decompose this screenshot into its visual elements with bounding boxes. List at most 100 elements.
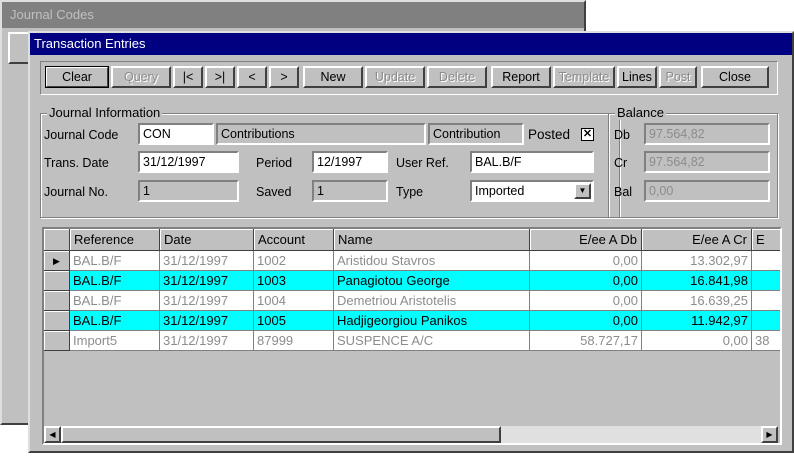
- query-button[interactable]: Query: [111, 66, 171, 88]
- journal-no-label: Journal No.: [44, 185, 108, 199]
- bal-label: Bal: [614, 185, 633, 199]
- balance-label: Balance: [615, 105, 666, 120]
- row-selector[interactable]: [44, 291, 70, 311]
- cell-date[interactable]: 31/12/1997: [160, 291, 254, 311]
- cell-account[interactable]: 1003: [254, 271, 334, 291]
- cell-debit[interactable]: 0,00: [530, 251, 642, 271]
- cell-extra[interactable]: 38: [752, 331, 780, 351]
- window-title: Transaction Entries: [30, 33, 792, 55]
- cell-debit[interactable]: 58.727,17: [530, 331, 642, 351]
- trans-date-label: Trans. Date: [44, 156, 109, 170]
- journal-codes-title: Journal Codes: [2, 2, 584, 28]
- cell-credit[interactable]: 11.942,97: [642, 311, 752, 331]
- balance-cr-field: 97.564,82: [644, 151, 770, 173]
- column-header-reference[interactable]: Reference: [70, 229, 160, 251]
- cell-extra[interactable]: [752, 311, 780, 331]
- db-label: Db: [614, 128, 630, 142]
- column-header-account[interactable]: Account: [254, 229, 334, 251]
- table-row[interactable]: BAL.B/F 31/12/1997 1005 Hadjigeorgiou Panik…: [44, 311, 780, 331]
- posted-checkbox[interactable]: ✕: [581, 128, 594, 141]
- cell-reference[interactable]: BAL.B/F: [70, 311, 160, 331]
- column-header-date[interactable]: Date: [160, 229, 254, 251]
- new-button[interactable]: New: [303, 66, 363, 88]
- chevron-down-icon[interactable]: ▼: [574, 183, 591, 199]
- journal-code-type: Contribution: [428, 123, 524, 145]
- saved-label: Saved: [256, 185, 292, 199]
- row-selector[interactable]: [44, 331, 70, 351]
- period-field[interactable]: 12/1997: [312, 151, 388, 173]
- cell-extra[interactable]: [752, 271, 780, 291]
- grid-corner: [44, 229, 70, 251]
- close-button[interactable]: Close: [701, 66, 769, 88]
- period-label: Period: [256, 156, 293, 170]
- cell-reference[interactable]: BAL.B/F: [70, 251, 160, 271]
- last-button[interactable]: >|: [205, 66, 235, 88]
- row-selector[interactable]: [44, 271, 70, 291]
- cell-debit[interactable]: 0,00: [530, 271, 642, 291]
- transaction-grid[interactable]: Reference Date Account Name E/ee A Db E/ee A …: [42, 227, 782, 445]
- cell-credit[interactable]: 16.841,98: [642, 271, 752, 291]
- cell-name[interactable]: Hadjigeorgiou Panikos: [334, 311, 530, 331]
- cell-extra[interactable]: [752, 291, 780, 311]
- cell-name[interactable]: SUSPENCE A/C: [334, 331, 530, 351]
- cell-account[interactable]: 1002: [254, 251, 334, 271]
- cell-date[interactable]: 31/12/1997: [160, 251, 254, 271]
- next-button[interactable]: >: [269, 66, 299, 88]
- cell-reference[interactable]: BAL.B/F: [70, 271, 160, 291]
- cell-credit[interactable]: 0,00: [642, 331, 752, 351]
- delete-button[interactable]: Delete: [427, 66, 487, 88]
- journal-code-field[interactable]: CON: [138, 123, 214, 145]
- table-row[interactable]: ▶ BAL.B/F 31/12/1997 1002 Aristidou Stavros 0…: [44, 251, 780, 271]
- type-label: Type: [396, 185, 424, 199]
- column-header-debit[interactable]: E/ee A Db: [530, 229, 642, 251]
- current-row-indicator-icon[interactable]: ▶: [44, 251, 70, 271]
- cell-account[interactable]: 1004: [254, 291, 334, 311]
- table-row[interactable]: Import5 31/12/1997 87999 SUSPENCE A/C 58.727…: [44, 331, 780, 351]
- scroll-left-icon[interactable]: ◀: [44, 426, 61, 443]
- scrollbar-thumb[interactable]: [61, 426, 501, 443]
- report-button[interactable]: Report: [491, 66, 551, 88]
- column-header-extra[interactable]: E: [752, 229, 780, 251]
- cell-reference[interactable]: Import5: [70, 331, 160, 351]
- cell-extra[interactable]: [752, 251, 780, 271]
- posted-label: Posted: [528, 127, 571, 142]
- cell-debit[interactable]: 0,00: [530, 291, 642, 311]
- balance-bal-field: 0,00: [644, 180, 770, 202]
- cell-name[interactable]: Aristidou Stavros: [334, 251, 530, 271]
- table-row[interactable]: BAL.B/F 31/12/1997 1003 Panagiotou George 0,…: [44, 271, 780, 291]
- cell-name[interactable]: Demetriou Aristotelis: [334, 291, 530, 311]
- column-header-name[interactable]: Name: [334, 229, 530, 251]
- post-button[interactable]: Post: [659, 66, 697, 88]
- journal-code-description: Contributions: [216, 123, 426, 145]
- cell-account[interactable]: 87999: [254, 331, 334, 351]
- type-value: Imported: [475, 184, 525, 198]
- cr-label: Cr: [614, 156, 628, 170]
- journal-code-label: Journal Code: [44, 128, 119, 142]
- cell-date[interactable]: 31/12/1997: [160, 311, 254, 331]
- transaction-entries-window: Transaction Entries Clear Query |< >| < > New U…: [28, 31, 794, 453]
- cell-credit[interactable]: 16.639,25: [642, 291, 752, 311]
- horizontal-scrollbar[interactable]: ◀ ▶: [44, 426, 778, 443]
- table-row[interactable]: BAL.B/F 31/12/1997 1004 Demetriou Aristotel…: [44, 291, 780, 311]
- user-ref-label: User Ref.: [396, 156, 449, 170]
- update-button[interactable]: Update: [365, 66, 425, 88]
- scroll-right-icon[interactable]: ▶: [761, 426, 778, 443]
- trans-date-field[interactable]: 31/12/1997: [138, 151, 239, 173]
- user-ref-field[interactable]: BAL.B/F: [470, 151, 594, 173]
- clear-button[interactable]: Clear: [45, 66, 109, 88]
- cell-date[interactable]: 31/12/1997: [160, 271, 254, 291]
- cell-date[interactable]: 31/12/1997: [160, 331, 254, 351]
- cell-name[interactable]: Panagiotou George: [334, 271, 530, 291]
- first-button[interactable]: |<: [173, 66, 203, 88]
- cell-debit[interactable]: 0,00: [530, 311, 642, 331]
- journal-information-label: Journal Information: [47, 105, 163, 120]
- type-select[interactable]: Imported ▼: [470, 180, 594, 202]
- cell-account[interactable]: 1005: [254, 311, 334, 331]
- lines-button[interactable]: Lines: [617, 66, 657, 88]
- row-selector[interactable]: [44, 311, 70, 331]
- cell-reference[interactable]: BAL.B/F: [70, 291, 160, 311]
- cell-credit[interactable]: 13.302,97: [642, 251, 752, 271]
- prev-button[interactable]: <: [237, 66, 267, 88]
- column-header-credit[interactable]: E/ee A Cr: [642, 229, 752, 251]
- template-button[interactable]: Template: [553, 66, 615, 88]
